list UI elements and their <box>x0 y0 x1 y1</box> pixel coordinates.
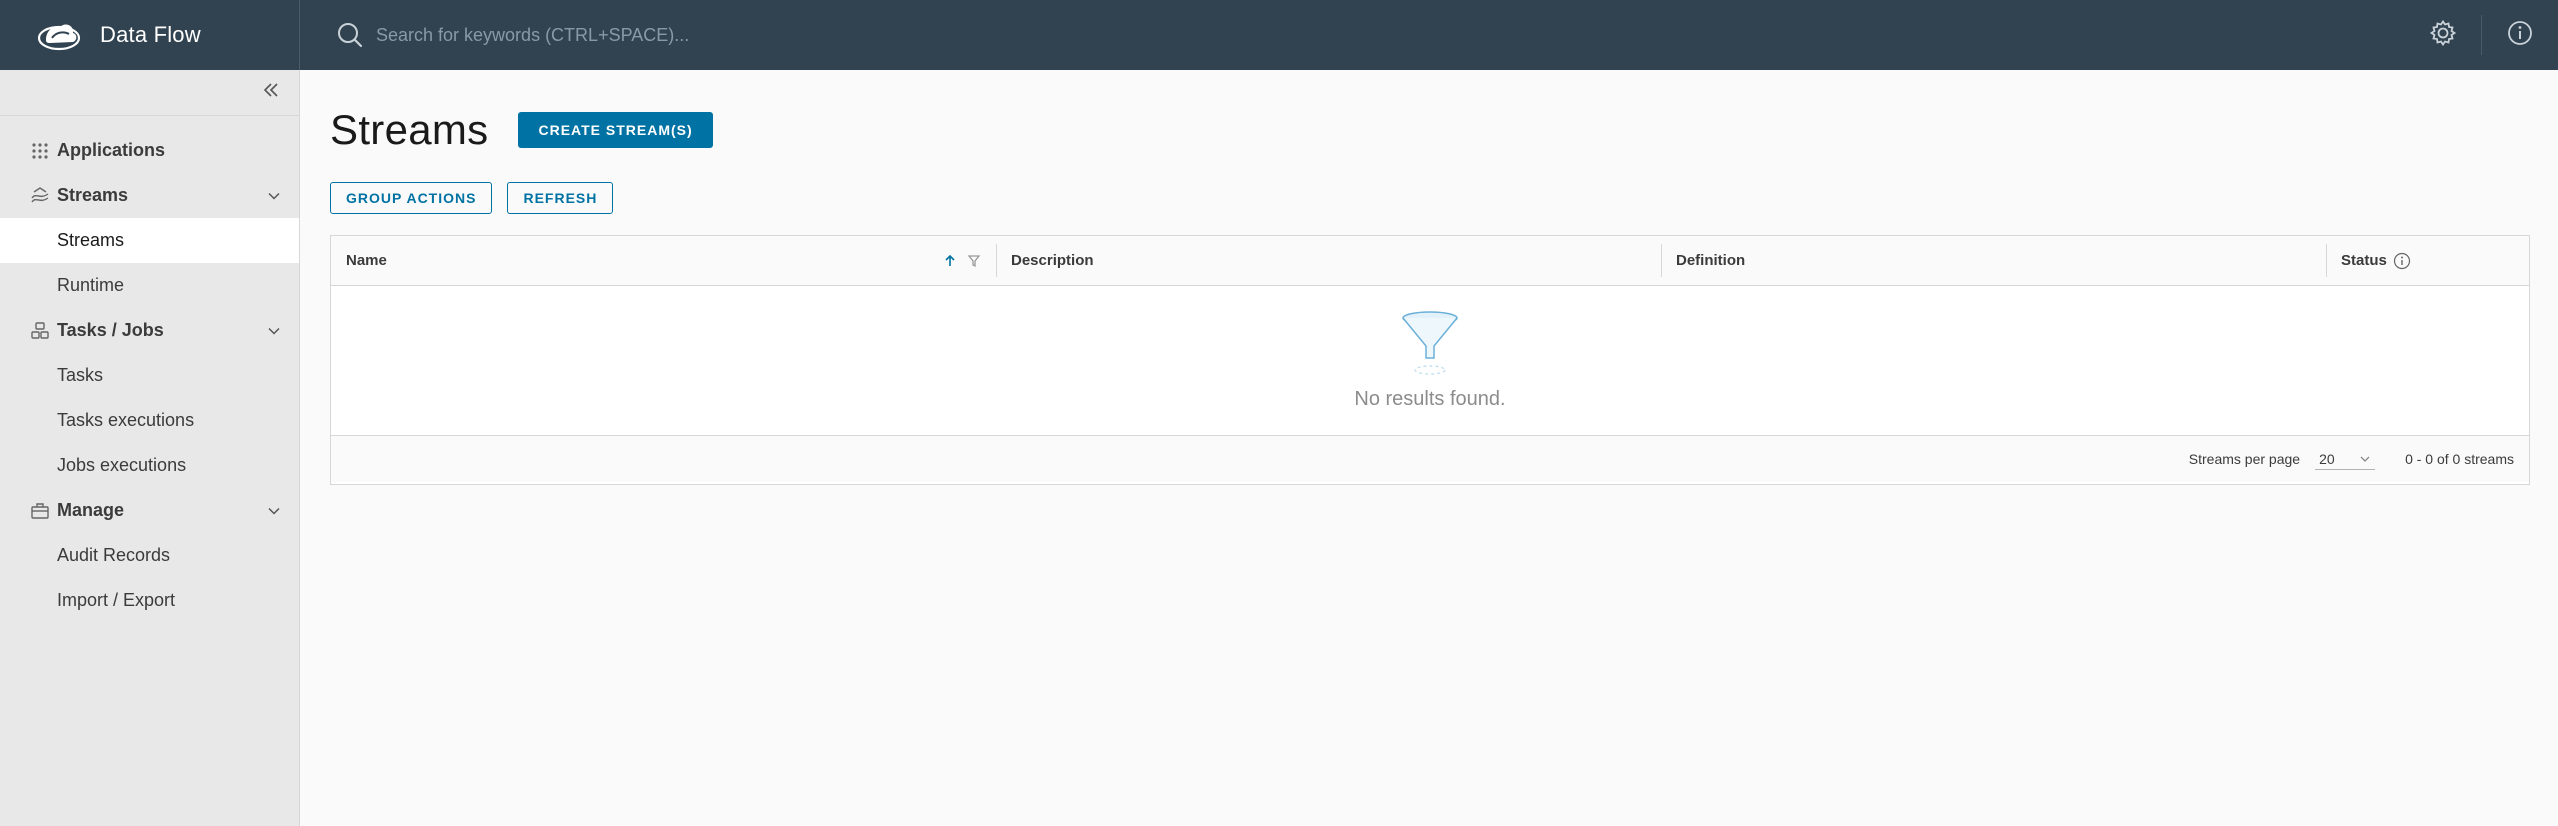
sidebar-item-jobs-executions[interactable]: Jobs executions <box>0 443 299 488</box>
column-header-status[interactable]: Status <box>2326 236 2529 285</box>
sidebar-item-applications[interactable]: Applications <box>0 128 299 173</box>
collapse-sidebar-button[interactable] <box>257 79 285 107</box>
sidebar-group-tasks-jobs[interactable]: Tasks / Jobs <box>0 308 299 353</box>
column-header-label: Description <box>1011 252 1094 269</box>
streams-icon <box>30 186 50 206</box>
chevron-down-icon <box>263 500 285 522</box>
sidebar-group-label: Manage <box>57 500 125 520</box>
refresh-button[interactable]: REFRESH <box>507 182 614 214</box>
filter-icon[interactable] <box>967 254 981 268</box>
title-row: Streams CREATE STREAM(S) <box>330 70 2530 190</box>
grid-dots-icon <box>30 141 50 161</box>
column-header-definition[interactable]: Definition <box>1661 236 2326 285</box>
sidebar-item-runtime[interactable]: Runtime <box>0 263 299 308</box>
double-chevron-left-icon <box>262 81 280 104</box>
group-actions-button[interactable]: GROUP ACTIONS <box>330 182 493 214</box>
toolbox-icon <box>30 501 50 521</box>
pagination-range: 0 - 0 of 0 streams <box>2405 451 2514 467</box>
table-empty-state: No results found. <box>331 286 2529 436</box>
sidebar-item-label: Applications <box>57 140 166 160</box>
chevron-down-icon <box>263 185 285 207</box>
gear-icon <box>2429 19 2457 52</box>
sidebar-item-audit-records[interactable]: Audit Records <box>0 533 299 578</box>
settings-button[interactable] <box>2405 0 2481 70</box>
table-header: Name Description Definition Status <box>331 236 2529 286</box>
empty-funnel-icon <box>1400 310 1460 380</box>
tasks-icon <box>30 321 50 341</box>
per-page-value: 20 <box>2319 450 2335 467</box>
page-title: Streams <box>330 106 489 153</box>
sidebar-item-import-export[interactable]: Import / Export <box>0 578 299 623</box>
chevron-down-icon <box>2359 453 2371 465</box>
actions-row: GROUP ACTIONS REFRESH <box>330 182 614 214</box>
about-button[interactable] <box>2482 0 2558 70</box>
top-header: Data Flow <box>0 0 2558 70</box>
info-icon <box>2506 19 2534 52</box>
per-page-select[interactable]: 20 <box>2315 449 2376 470</box>
search-icon <box>336 21 364 49</box>
sidebar-group-label: Tasks / Jobs <box>57 320 164 340</box>
column-header-description[interactable]: Description <box>996 236 1661 285</box>
sidebar-group-manage[interactable]: Manage <box>0 488 299 533</box>
create-stream-button[interactable]: CREATE STREAM(S) <box>518 112 713 148</box>
column-header-name[interactable]: Name <box>331 236 996 285</box>
sidebar-collapse-row <box>0 70 299 116</box>
main-content: Streams CREATE STREAM(S) GROUP ACTIONS R… <box>330 70 2530 485</box>
sidebar: Applications Streams Streams Runtime Tas… <box>0 70 300 826</box>
cloud-logo-icon <box>36 18 82 52</box>
search-bar <box>300 0 2405 70</box>
column-header-label: Name <box>346 252 387 269</box>
streams-table: Name Description Definition Status No re… <box>330 235 2530 485</box>
sidebar-item-streams[interactable]: Streams <box>0 218 299 263</box>
sidebar-group-label: Streams <box>57 185 129 205</box>
sort-ascending-icon[interactable] <box>943 254 957 268</box>
empty-state-message: No results found. <box>1354 388 1506 410</box>
header-actions <box>2405 0 2558 70</box>
column-header-label: Status <box>2341 252 2387 269</box>
chevron-down-icon <box>263 320 285 342</box>
info-icon[interactable] <box>2393 252 2411 270</box>
table-footer: Streams per page 20 0 - 0 of 0 streams <box>331 436 2529 482</box>
brand[interactable]: Data Flow <box>0 0 300 70</box>
app-title: Data Flow <box>100 22 201 47</box>
sidebar-group-streams[interactable]: Streams <box>0 173 299 218</box>
search-input[interactable] <box>376 24 1076 46</box>
column-header-label: Definition <box>1676 252 1746 269</box>
per-page-label: Streams per page <box>2188 451 2301 467</box>
sidebar-item-tasks[interactable]: Tasks <box>0 353 299 398</box>
sidebar-nav: Applications Streams Streams Runtime Tas… <box>0 116 299 623</box>
sidebar-item-tasks-executions[interactable]: Tasks executions <box>0 398 299 443</box>
